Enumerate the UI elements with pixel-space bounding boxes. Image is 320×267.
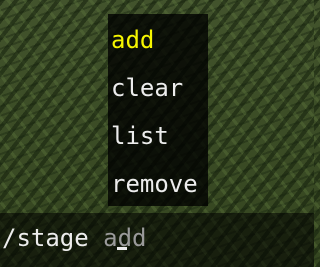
suggestion-clear[interactable]: clear	[111, 66, 183, 110]
chat-input-field[interactable]: /stage add	[2, 213, 147, 263]
chat-typed-text: /stage	[2, 224, 104, 252]
command-suggestion-list: add clear list remove	[108, 14, 208, 206]
suggestion-remove[interactable]: remove	[111, 162, 198, 206]
suggestion-list[interactable]: list	[111, 114, 169, 158]
text-caret	[117, 247, 127, 250]
chat-input-bar[interactable]: /stage add	[0, 213, 314, 267]
suggestion-add[interactable]: add	[111, 18, 154, 62]
